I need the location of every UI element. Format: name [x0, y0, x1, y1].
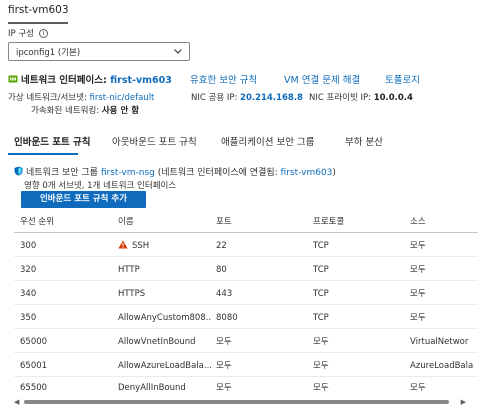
- table-row[interactable]: 65500 DenyAllInBound 모두 모두 모두: [14, 378, 478, 398]
- port-cell: 80: [216, 265, 227, 275]
- column-header-protocol[interactable]: 프로토콜: [313, 212, 405, 233]
- accelerated-networking-row: 가속화된 네트워킹: 사용 안 함: [31, 104, 139, 116]
- page-title: first-vm603: [8, 4, 69, 16]
- private-ip-row: NIC 프라이빗 IP: 10.0.0.4: [309, 91, 413, 103]
- port-cell: 22: [216, 241, 227, 251]
- priority-cell: 320: [20, 265, 37, 275]
- name-cell: AllowVnetInBound: [118, 337, 196, 347]
- protocol-cell: 모두: [313, 361, 329, 371]
- tab-application-security-groups[interactable]: 애플리케이션 보안 그룹: [221, 134, 314, 148]
- public-ip-label: NIC 공용 IP:: [191, 93, 238, 103]
- nic-header: 네트워크 인터페이스: first-vm603: [8, 72, 172, 86]
- nsg-attached-nic-link[interactable]: first-vm603: [281, 168, 333, 178]
- name-cell: AllowAnyCustom808...: [118, 313, 212, 323]
- name-cell: AllowAzureLoadBala...: [118, 361, 212, 371]
- inbound-rules-table: 우선 순위 이름 포트 프로토콜 소스 300 SSH 22 TCP 모두 32…: [14, 212, 478, 398]
- protocol-cell: TCP: [313, 313, 329, 323]
- priority-cell: 65001: [20, 361, 48, 371]
- nsg-name-link[interactable]: first-vm-nsg: [101, 168, 155, 178]
- private-ip-label: NIC 프라이빗 IP:: [309, 93, 371, 103]
- port-cell: 모두: [216, 337, 232, 347]
- nsg-attached-prefix: (네트워크 인터페이스에 연결됨:: [157, 168, 278, 178]
- scrollbar-thumb[interactable]: [24, 400, 449, 404]
- priority-cell: 350: [20, 313, 37, 323]
- rules-tabs: 인바운드 포트 규칙 아웃바운드 포트 규칙 애플리케이션 보안 그룹 부하 분…: [8, 134, 476, 152]
- scroll-right-icon[interactable]: ▶: [461, 398, 466, 406]
- public-ip-row: NIC 공용 IP: 20.214.168.8: [191, 91, 303, 103]
- priority-cell: 300: [20, 241, 37, 251]
- active-tab-indicator: [8, 153, 78, 155]
- port-cell: 8080: [216, 313, 238, 323]
- column-header-name[interactable]: 이름: [118, 212, 212, 233]
- tab-load-balancing[interactable]: 부하 분산: [345, 134, 383, 148]
- nsg-info: 네트워크 보안 그룹 first-vm-nsg (네트워크 인터페이스에 연결됨…: [14, 165, 336, 178]
- column-header-priority[interactable]: 우선 순위: [20, 212, 112, 233]
- warning-icon: [118, 240, 128, 249]
- scroll-left-icon[interactable]: ◀: [14, 398, 19, 406]
- shield-icon: [14, 166, 23, 176]
- network-interface-icon: [8, 75, 18, 83]
- column-header-source[interactable]: 소스: [410, 212, 478, 233]
- chevron-down-icon: [174, 49, 182, 54]
- priority-cell: 340: [20, 289, 37, 299]
- rule-name: SSH: [132, 241, 150, 251]
- source-cell: 모두: [410, 241, 426, 251]
- source-cell: 모두: [410, 383, 426, 393]
- port-cell: 모두: [216, 361, 232, 371]
- tab-outbound-rules[interactable]: 아웃바운드 포트 규칙: [112, 134, 197, 148]
- nsg-impact-text: 영향 0개 서브넷, 1개 네트워크 인터페이스: [24, 181, 177, 191]
- table-row[interactable]: 340 HTTPS 443 TCP 모두: [14, 284, 478, 305]
- vm-connection-troubleshoot-link[interactable]: VM 연결 문제 해결: [284, 72, 360, 86]
- name-cell: HTTP: [118, 265, 140, 275]
- table-row[interactable]: 65001 AllowAzureLoadBala... 모두 모두 AzureL…: [14, 356, 478, 377]
- name-cell: HTTPS: [118, 289, 146, 299]
- source-cell: VirtualNetwor: [410, 337, 469, 347]
- accel-label: 가속화된 네트워킹:: [31, 106, 100, 116]
- vnet-label: 가상 네트워크/서브넷:: [8, 93, 87, 103]
- table-row[interactable]: 65000 AllowVnetInBound 모두 모두 VirtualNetw…: [14, 332, 478, 353]
- column-header-port[interactable]: 포트: [216, 212, 308, 233]
- accel-value: 사용 안 함: [101, 106, 140, 116]
- source-cell: 모두: [410, 265, 426, 275]
- name-cell: DenyAllInBound: [118, 383, 186, 393]
- protocol-cell: 모두: [313, 383, 329, 393]
- source-cell: 모두: [410, 313, 426, 323]
- ip-config-label: IP 구성 i: [8, 27, 48, 39]
- protocol-cell: TCP: [313, 289, 329, 299]
- source-cell: 모두: [410, 289, 426, 299]
- priority-cell: 65000: [20, 337, 48, 347]
- source-cell: AzureLoadBala: [410, 361, 474, 371]
- port-cell: 모두: [216, 383, 232, 393]
- table-header-row: 우선 순위 이름 포트 프로토콜 소스: [14, 212, 478, 233]
- ip-config-dropdown[interactable]: ipconfig1 (기본): [8, 42, 190, 61]
- title-underline: [8, 22, 68, 24]
- add-inbound-rule-button[interactable]: 인바운드 포트 규칙 추가: [21, 191, 146, 208]
- private-ip-value: 10.0.0.4: [373, 93, 413, 103]
- name-cell: SSH: [118, 236, 212, 257]
- table-row[interactable]: 350 AllowAnyCustom808... 8080 TCP 모두: [14, 308, 478, 329]
- priority-cell: 65500: [20, 383, 48, 393]
- protocol-cell: TCP: [313, 241, 329, 251]
- tab-inbound-rules[interactable]: 인바운드 포트 규칙: [14, 134, 91, 148]
- public-ip-link[interactable]: 20.214.168.8: [240, 93, 303, 103]
- vnet-subnet-link[interactable]: first-nic/default: [90, 93, 155, 103]
- topology-link[interactable]: 토폴로지: [385, 72, 420, 86]
- ip-config-label-text: IP 구성: [8, 29, 34, 39]
- info-icon[interactable]: i: [38, 29, 48, 38]
- nsg-prefix: 네트워크 보안 그룹: [26, 168, 98, 178]
- effective-security-rules-link[interactable]: 유효한 보안 규칙: [190, 72, 257, 86]
- protocol-cell: 모두: [313, 337, 329, 347]
- port-cell: 443: [216, 289, 233, 299]
- horizontal-scrollbar[interactable]: ◀ ▶: [14, 398, 466, 406]
- table-row[interactable]: 320 HTTP 80 TCP 모두: [14, 260, 478, 281]
- table-row[interactable]: 300 SSH 22 TCP 모두: [14, 236, 478, 257]
- ip-config-selected: ipconfig1 (기본): [16, 48, 81, 58]
- nsg-attached-suffix: ): [332, 168, 336, 178]
- nic-label: 네트워크 인터페이스:: [21, 75, 107, 86]
- vnet-subnet-row: 가상 네트워크/서브넷: first-nic/default: [8, 91, 154, 103]
- protocol-cell: TCP: [313, 265, 329, 275]
- nic-name-link[interactable]: first-vm603: [110, 75, 172, 86]
